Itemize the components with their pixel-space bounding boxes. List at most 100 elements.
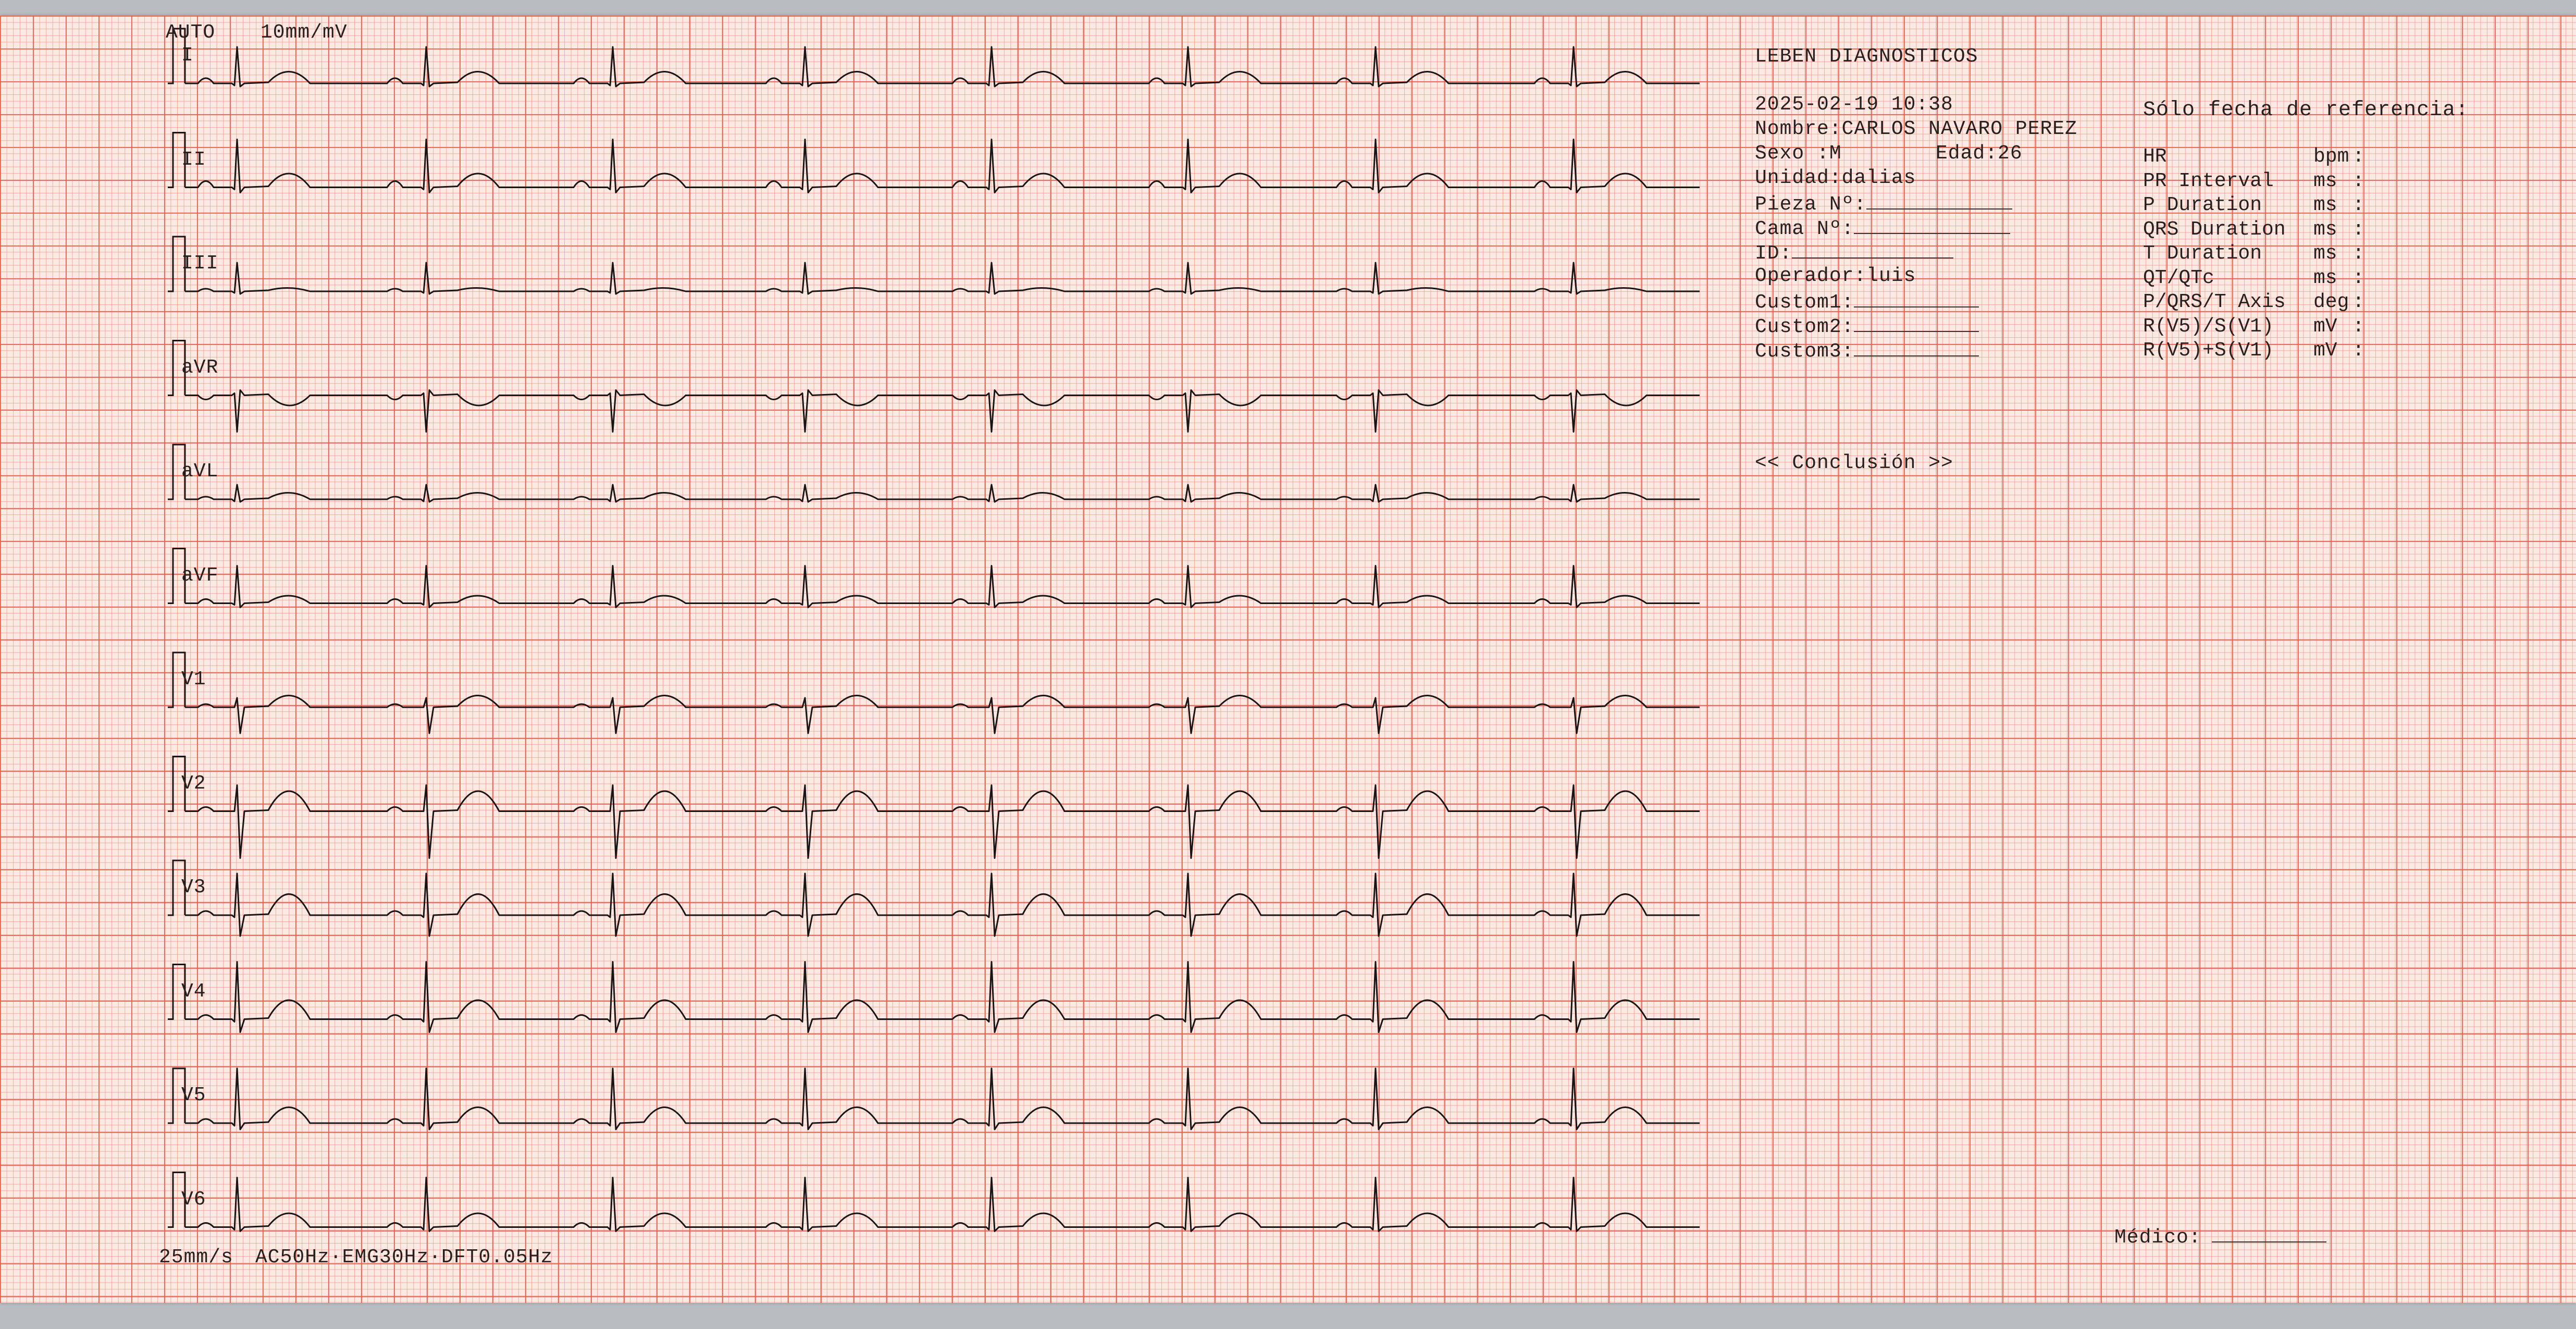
measurement-colon: : — [2352, 145, 2364, 168]
lead-label: III — [181, 252, 219, 275]
patient-id: ID: — [1755, 242, 1954, 265]
measurement-unit: ms — [2313, 266, 2337, 289]
lead-label: II — [181, 148, 206, 171]
custom2: Custom2: — [1755, 315, 1979, 337]
ecg-paper: AUTO 10mm/mV I II III aVR aVL aVF V1 V2 V3 V4 V5 V6… — [0, 16, 2576, 1303]
lead-trace — [185, 1177, 1700, 1232]
custom1: Custom1: — [1755, 291, 1979, 313]
measurement-colon: : — [2352, 266, 2364, 289]
measurement-row: QRS Duration ms: — [2143, 218, 2364, 241]
room-label: Pieza Nº: — [1755, 193, 1867, 216]
measurement-row: QT/QTc ms: — [2143, 268, 2364, 288]
bed-label: Cama Nº: — [1755, 218, 1854, 240]
custom1-blank — [1854, 291, 1979, 307]
measurement-row: R(V5)/S(V1) mV: — [2143, 315, 2364, 338]
measurement-colon: : — [2352, 291, 2364, 313]
measurement-label: HR — [2143, 145, 2167, 168]
unit-label: Unidad: — [1755, 167, 1842, 189]
measurement-row: HR bpm: — [2143, 147, 2364, 167]
id-label: ID: — [1755, 242, 1792, 265]
lead-trace — [185, 484, 1700, 503]
measurement-unit: mV — [2313, 315, 2337, 338]
lead-label: aVL — [181, 460, 219, 483]
operator: Operador:luis — [1755, 266, 1916, 286]
custom3-blank — [1854, 340, 1979, 356]
age-label: Edad: — [1936, 142, 1998, 165]
bed-number: Cama Nº: — [1755, 217, 2011, 240]
measurement-label: QT/QTc — [2143, 266, 2214, 289]
measurement-label: P Duration — [2143, 194, 2262, 216]
measurement-colon: : — [2352, 218, 2364, 241]
lead-label: V3 — [181, 876, 206, 899]
unit-value: dalias — [1841, 167, 1916, 189]
lead-label: V1 — [181, 668, 206, 691]
custom2-label: Custom2: — [1755, 316, 1854, 338]
measurement-row: PR Interval ms: — [2143, 171, 2364, 191]
operator-value: luis — [1866, 265, 1916, 287]
physician-label: Médico: — [2114, 1226, 2201, 1249]
measurement-colon: : — [2352, 169, 2364, 192]
measurement-colon: : — [2352, 194, 2364, 216]
custom1-label: Custom1: — [1755, 291, 1854, 314]
measurement-colon: : — [2352, 339, 2364, 362]
lead-label: aVF — [181, 564, 219, 587]
bed-blank — [1854, 217, 2011, 234]
patient-age: Edad:26 — [1936, 144, 2023, 164]
measurement-unit: ms — [2313, 194, 2337, 216]
measurement-unit: mV — [2313, 339, 2337, 362]
lead-trace — [185, 139, 1700, 193]
measurements-title: Sólo fecha de referencia: — [2143, 99, 2469, 122]
sex-label: Sexo : — [1755, 142, 1829, 165]
patient-unit: Unidad:dalias — [1755, 168, 1916, 188]
lead-trace — [185, 695, 1700, 734]
patient-name-value: CARLOS NAVARO PEREZ — [1841, 118, 2077, 140]
measurement-unit: ms — [2313, 218, 2337, 241]
custom3-label: Custom3: — [1755, 340, 1854, 363]
measurement-row: T Duration ms: — [2143, 244, 2364, 264]
lead-trace — [185, 784, 1700, 859]
measurement-label: R(V5)/S(V1) — [2143, 315, 2274, 338]
measurement-row: R(V5)+S(V1) mV: — [2143, 341, 2364, 361]
filter-settings: AC50Hz·EMG30Hz·DFT0.05Hz — [255, 1246, 553, 1269]
lead-label: V5 — [181, 1084, 206, 1106]
measurement-label: T Duration — [2143, 242, 2262, 265]
measurement-unit: deg — [2313, 291, 2349, 313]
measurement-colon: : — [2352, 242, 2364, 265]
lead-label: I — [181, 44, 194, 67]
lead-trace — [185, 872, 1700, 937]
room-blank — [1866, 193, 2013, 210]
operator-label: Operador: — [1755, 265, 1867, 287]
measurement-unit: bpm — [2313, 145, 2349, 168]
age-value: 26 — [1998, 142, 2023, 165]
patient-name: Nombre:CARLOS NAVARO PEREZ — [1755, 119, 2077, 139]
lead-trace — [185, 565, 1700, 608]
paper-speed: 25mm/s — [159, 1246, 233, 1269]
recording-mode: AUTO — [166, 21, 216, 44]
custom3: Custom3: — [1755, 340, 1979, 362]
measurement-unit: ms — [2313, 242, 2337, 265]
custom2-blank — [1854, 315, 1979, 332]
lead-label: V6 — [181, 1188, 206, 1211]
signature-blank — [2211, 1226, 2326, 1242]
room-number: Pieza Nº: — [1755, 193, 2013, 216]
physician-signature: Médico: — [2114, 1226, 2326, 1248]
lead-trace — [185, 262, 1700, 295]
lead-trace — [185, 46, 1700, 88]
lead-trace — [185, 1067, 1700, 1130]
lead-label: aVR — [181, 356, 219, 379]
patient-name-label: Nombre: — [1755, 118, 1842, 140]
measurement-label: P/QRS/T Axis — [2143, 291, 2286, 313]
lead-label: V2 — [181, 772, 206, 795]
sex-value: M — [1829, 142, 1842, 165]
gain-setting: 10mm/mV — [261, 21, 348, 44]
measurement-label: R(V5)+S(V1) — [2143, 339, 2274, 362]
conclusion-title: << Conclusión >> — [1755, 452, 1953, 474]
lead-label: V4 — [181, 980, 206, 1003]
measurement-colon: : — [2352, 315, 2364, 338]
measurement-row: P Duration ms: — [2143, 195, 2364, 215]
measurement-label: QRS Duration — [2143, 218, 2286, 241]
id-blank — [1792, 242, 1954, 259]
record-datetime: 2025-02-19 10:38 — [1755, 93, 1953, 116]
measurement-row: P/QRS/T Axis deg: — [2143, 292, 2364, 312]
institution-name: LEBEN DIAGNOSTICOS — [1755, 45, 1978, 68]
